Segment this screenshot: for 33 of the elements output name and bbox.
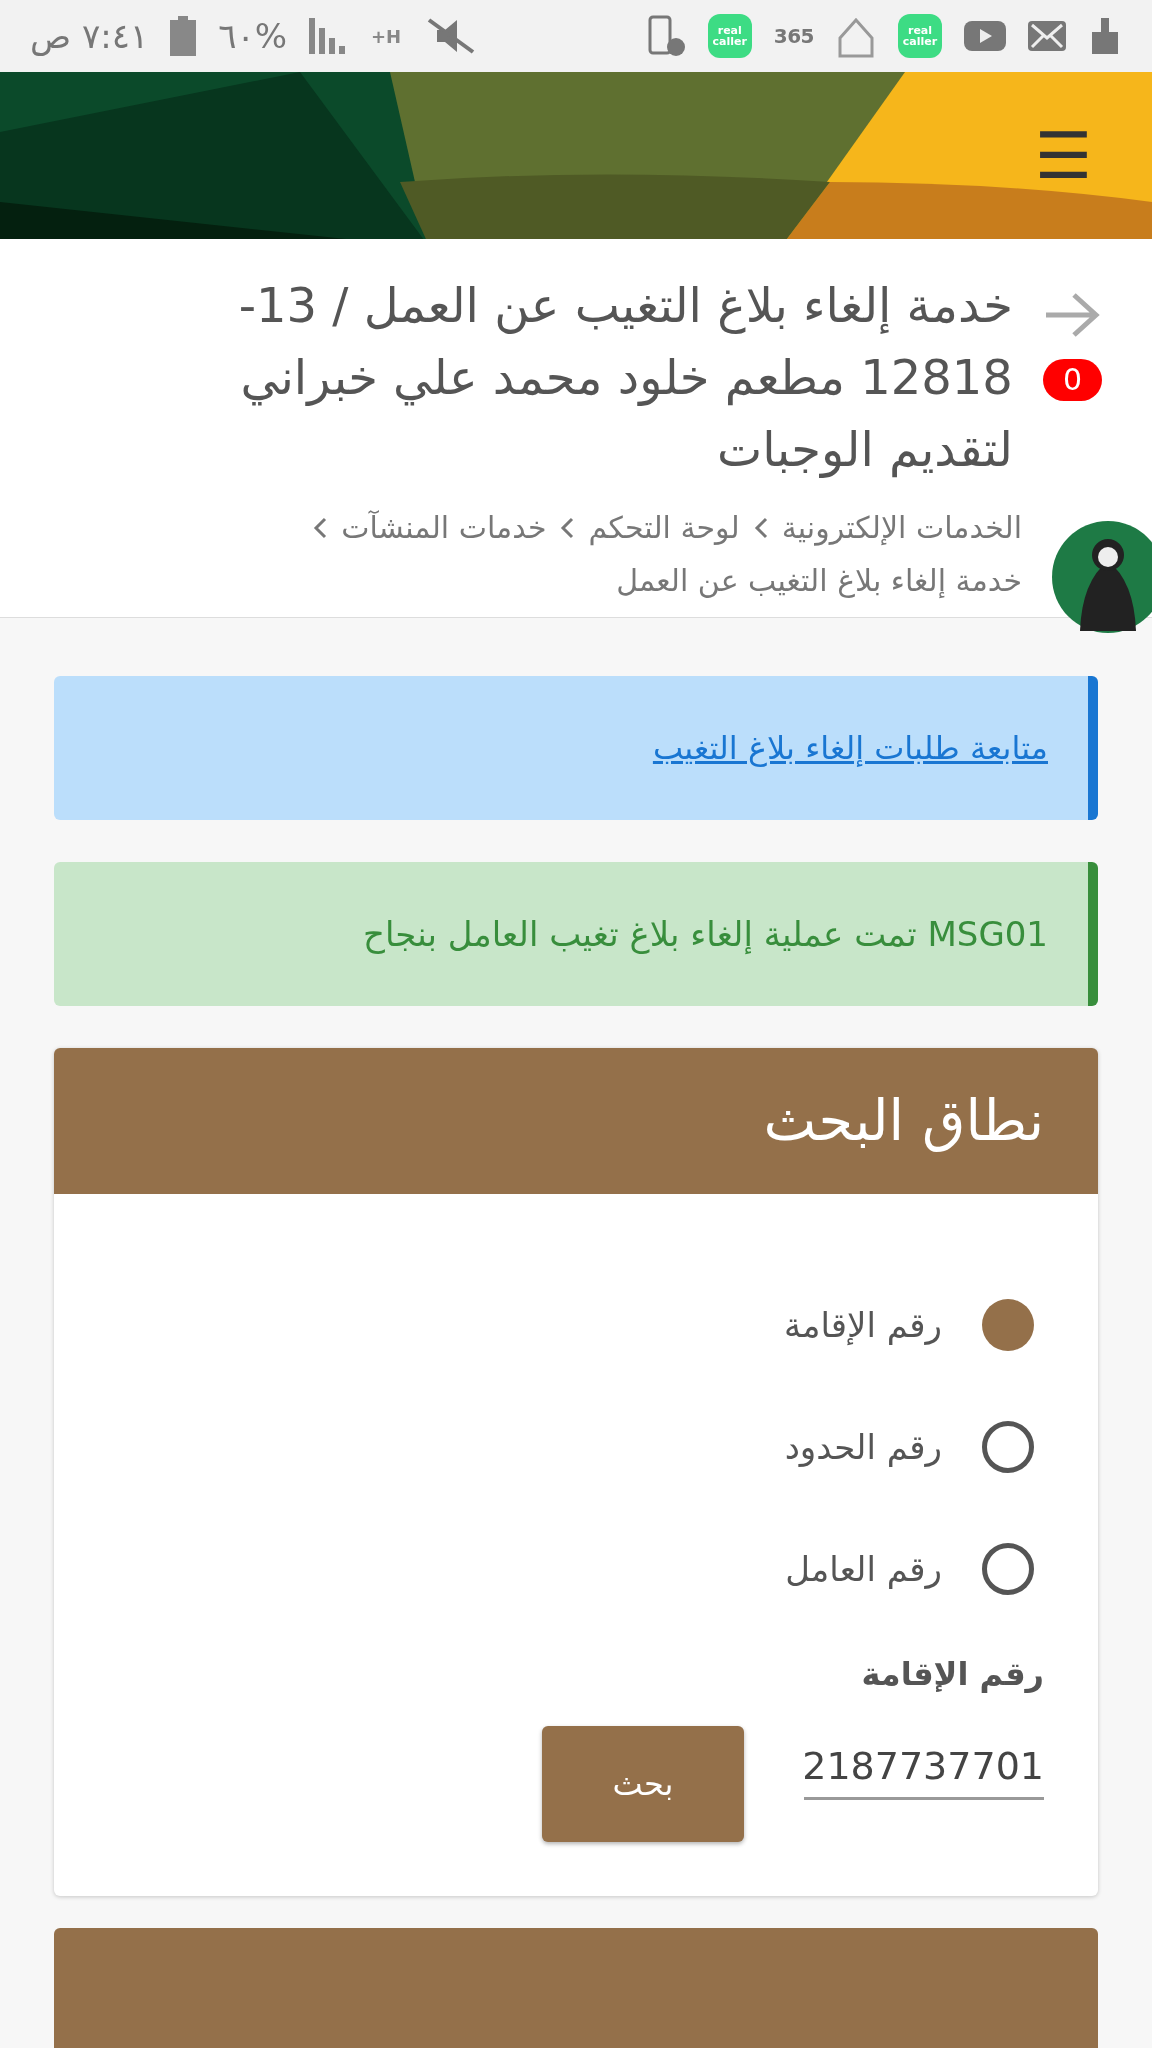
mail-icon <box>1028 21 1066 52</box>
caller-app-icon: real caller <box>898 14 942 59</box>
assistant-avatar[interactable] <box>1052 521 1152 633</box>
radio-button[interactable] <box>982 1543 1034 1595</box>
clock: ٧:٤١ ص <box>30 14 149 58</box>
radio-label: رقم العامل <box>785 1547 942 1591</box>
radio-label: رقم الحدود <box>784 1425 942 1469</box>
network-type: H+ <box>371 24 402 49</box>
battery-percent: %٦٠ <box>218 14 287 58</box>
requests-link[interactable]: متابعة طلبات إلغاء بلاغ التغيب <box>652 724 1048 772</box>
chevron-icon <box>560 516 575 539</box>
page-title: خدمة إلغاء بلاغ التغيب عن العمل / 13-12818 مطعم خلود محمد علي خبراني لتقديم الوجبات <box>237 276 1013 480</box>
residence-number-field[interactable]: 2187737701 <box>804 1738 1044 1800</box>
success-message: MSG01 تمت عملية إلغاء بلاغ تغيب العامل بنجاح <box>363 912 1048 956</box>
breadcrumb-link[interactable]: الخدمات الإلكترونية <box>781 505 1022 550</box>
play-icon <box>964 21 1006 52</box>
phone-alert-icon <box>647 15 686 58</box>
breadcrumb-link[interactable]: خدمات المنشآت <box>341 505 547 550</box>
chevron-icon <box>753 516 768 539</box>
chevron-icon <box>313 516 328 539</box>
app-label: 365 <box>773 23 814 51</box>
radio-button[interactable] <box>982 1299 1034 1351</box>
search-button[interactable]: بحث <box>542 1726 744 1842</box>
caller-app-icon: real caller <box>707 14 752 59</box>
battery-icon <box>170 16 197 57</box>
radio-label: رقم الإقامة <box>784 1303 942 1347</box>
field-label: رقم الإقامة <box>860 1654 1044 1695</box>
breadcrumb-current: خدمة إلغاء بلاغ التغيب عن العمل <box>616 562 1022 600</box>
radio-button[interactable] <box>982 1421 1034 1473</box>
breadcrumb-link[interactable]: لوحة التحكم <box>588 505 740 550</box>
notification-badge: 0 <box>1042 359 1102 401</box>
card-title: نطاق البحث <box>763 1087 1044 1155</box>
menu-button[interactable]: ☰ <box>1034 123 1092 188</box>
